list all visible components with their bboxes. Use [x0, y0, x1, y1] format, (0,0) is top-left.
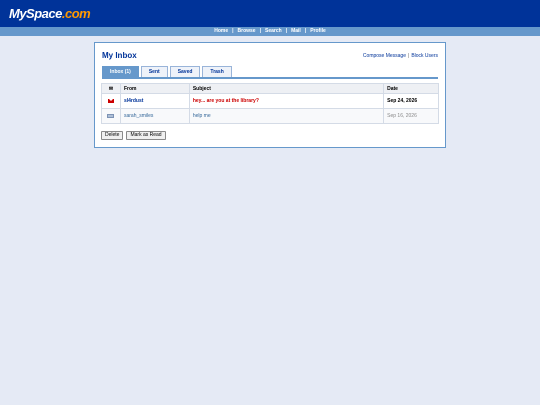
message-subject[interactable]: help me: [188, 108, 385, 124]
read-envelope-icon: [107, 113, 115, 118]
nav-search[interactable]: Search: [261, 28, 286, 34]
message-table: ✉ From Subject Date sl4rdust hey... are …: [101, 83, 439, 124]
envelope-column-header: ✉: [101, 83, 121, 94]
compose-message-link[interactable]: Compose Message: [363, 53, 406, 59]
mail-tabs: Inbox (1) Sent Saved Trash: [102, 66, 232, 77]
table-row[interactable]: sl4rdust hey... are you at the library? …: [101, 93, 439, 109]
tab-divider: [102, 77, 438, 79]
logo-accent-text: .com: [61, 6, 91, 21]
block-users-link[interactable]: Block Users: [411, 53, 438, 59]
table-row[interactable]: sarah_smiles help me Sep 16, 2026: [101, 108, 439, 124]
tab-inbox[interactable]: Inbox (1): [102, 66, 139, 77]
top-header: MySpace.com: [0, 0, 540, 27]
tab-sent[interactable]: Sent: [140, 66, 168, 77]
nav-browse[interactable]: Browse: [234, 28, 260, 34]
logo-main-text: MySpace: [9, 6, 62, 21]
message-actions: Delete Mark as Read: [101, 131, 166, 140]
nav-bar: Home | Browse | Search | Mail | Profile: [0, 27, 540, 36]
page-title: My Inbox: [102, 51, 137, 60]
tab-trash[interactable]: Trash: [202, 66, 232, 77]
status-cell: [101, 93, 121, 109]
message-from[interactable]: sarah_smiles: [119, 108, 190, 124]
message-from[interactable]: sl4rdust: [119, 93, 190, 109]
subject-column-header[interactable]: Subject: [188, 83, 385, 94]
tab-saved[interactable]: Saved: [169, 66, 201, 77]
mark-as-read-button[interactable]: Mark as Read: [126, 131, 166, 140]
status-cell: [101, 108, 121, 124]
inbox-actions-links: Compose Message | Block Users: [363, 53, 438, 59]
message-date: Sep 16, 2026: [383, 108, 439, 124]
unread-envelope-icon: [107, 98, 114, 103]
delete-button[interactable]: Delete: [101, 131, 124, 140]
nav-home[interactable]: Home: [210, 28, 232, 34]
message-date: Sep 24, 2026: [383, 93, 439, 109]
date-column-header[interactable]: Date: [383, 83, 439, 94]
from-column-header[interactable]: From: [119, 83, 190, 94]
myspace-logo[interactable]: MySpace.com: [9, 6, 91, 21]
table-header-row: ✉ From Subject Date: [101, 83, 439, 94]
message-subject[interactable]: hey... are you at the library?: [188, 93, 385, 109]
nav-mail[interactable]: Mail: [287, 28, 305, 34]
nav-profile[interactable]: Profile: [306, 28, 330, 34]
